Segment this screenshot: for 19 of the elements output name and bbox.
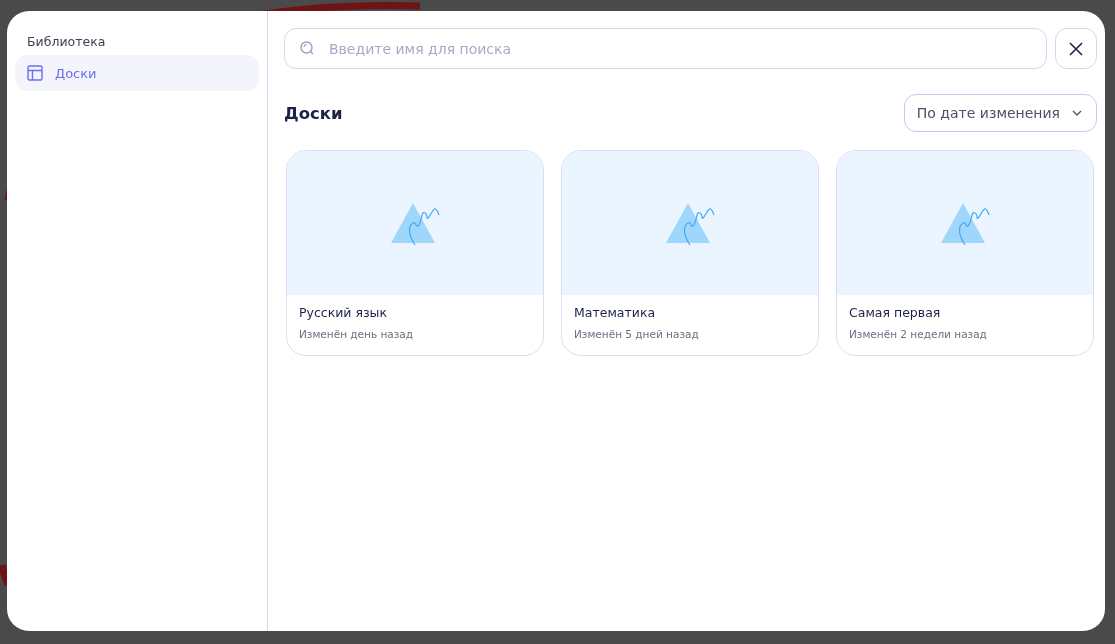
sort-dropdown[interactable]: По дате изменения [903,94,1097,132]
board-modified-time: Изменён 2 недели назад [849,328,988,340]
board-title: Русский язык [299,305,389,320]
board-modified-time: Изменён 5 дней назад [574,328,700,340]
board-title: Самая первая [849,305,942,320]
search-field[interactable]: Введите имя для поиска [284,28,1047,69]
close-icon [1069,41,1083,56]
board-card[interactable]: Русский язык Изменён день назад [286,150,544,356]
sidebar-title: Библиотека [26,34,107,49]
close-button[interactable] [1055,28,1097,69]
section-title: Доски [284,103,343,123]
board-card[interactable]: Самая первая Изменён 2 недели назад [836,150,1094,356]
chevron-down-icon [1072,110,1082,116]
board-card[interactable]: Математика Изменён 5 дней назад [561,150,819,356]
board-modified-time: Изменён день назад [299,328,415,340]
search-icon [299,40,315,56]
sidebar-item[interactable]: Доски [15,55,259,91]
board-title: Математика [574,305,657,320]
board-layout-icon [27,65,43,81]
